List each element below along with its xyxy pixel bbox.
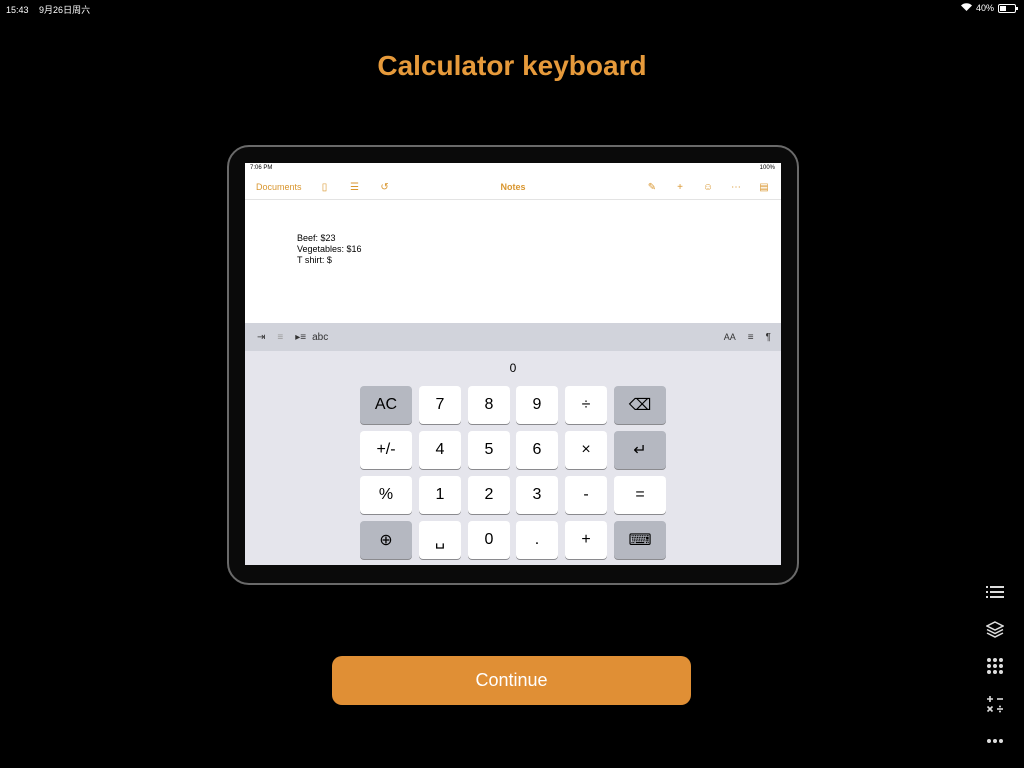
space-key[interactable]: ␣ <box>419 521 461 559</box>
three-key[interactable]: 3 <box>516 476 558 514</box>
document-icon[interactable]: ▤ <box>757 182 771 193</box>
divide-key[interactable]: ÷ <box>565 386 607 424</box>
align-icon[interactable]: ≡ <box>748 332 754 343</box>
status-bar: 15:43 9月26日周六 40% <box>0 0 1024 16</box>
add-icon[interactable]: + <box>673 182 687 193</box>
undo-icon[interactable]: ↺ <box>378 182 392 193</box>
battery-percent: 40% <box>975 3 994 13</box>
multiply-key[interactable]: × <box>565 431 607 469</box>
keyboard-dismiss-icon: ⌨ <box>628 532 652 549</box>
nine-key[interactable]: 9 <box>516 386 558 424</box>
five-key[interactable]: 5 <box>468 431 510 469</box>
collaborate-icon[interactable]: ☺ <box>701 182 715 193</box>
more-icon[interactable]: ⋯ <box>729 182 743 193</box>
markup-icon[interactable]: ✎ <box>645 182 659 193</box>
plus-key[interactable]: + <box>565 521 607 559</box>
documents-link[interactable]: Documents <box>256 182 302 192</box>
list-icon[interactable] <box>983 580 1007 604</box>
list-icon[interactable]: ☰ <box>348 182 362 193</box>
zero-key[interactable]: 0 <box>468 521 510 559</box>
two-key[interactable]: 2 <box>468 476 510 514</box>
continue-button[interactable]: Continue <box>332 656 691 705</box>
device-status-bar: 7:06 PM 100% <box>245 163 781 175</box>
equals-key[interactable]: = <box>614 476 666 514</box>
calculator-display: 0 <box>509 361 517 375</box>
layers-icon[interactable] <box>983 617 1007 641</box>
seven-key[interactable]: 7 <box>419 386 461 424</box>
minus-key[interactable]: - <box>565 476 607 514</box>
four-key[interactable]: 4 <box>419 431 461 469</box>
globe-key[interactable]: ⊕ <box>360 521 412 559</box>
return-key[interactable]: ↵ <box>614 431 666 469</box>
percent-key[interactable]: % <box>360 476 412 514</box>
note-line: Beef: $23 <box>297 233 336 243</box>
status-date: 9月26日周六 <box>39 5 91 15</box>
notes-toolbar: Documents ▯ ☰ ↺ Notes ✎ + ☺ ⋯ ▤ <box>245 175 781 200</box>
plus-minus-key[interactable]: +/- <box>360 431 412 469</box>
note-body[interactable]: Beef: $23 Vegetables: $16 T shirt: $ <box>245 200 781 321</box>
device-screen: 7:06 PM 100% Documents ▯ ☰ ↺ Notes ✎ + ☺… <box>245 163 781 565</box>
return-icon: ↵ <box>633 442 647 459</box>
device-time: 7:06 PM <box>250 165 273 171</box>
bullet-list-icon[interactable]: ▸≡ <box>295 332 306 343</box>
calculator-keyboard: 0 AC 7 8 9 ÷ ⌫ +/- 4 5 6 × ↵ % 1 2 3 - =… <box>245 351 781 565</box>
note-line: T shirt: $ <box>297 255 332 265</box>
abc-button[interactable]: abc <box>312 332 328 343</box>
page-title: Calculator keyboard <box>377 50 647 81</box>
dismiss-keyboard-key[interactable]: ⌨ <box>614 521 666 559</box>
math-ops-icon[interactable] <box>983 692 1007 716</box>
device-battery: 100% <box>759 165 775 171</box>
ac-key[interactable]: AC <box>360 386 412 424</box>
eight-key[interactable]: 8 <box>468 386 510 424</box>
backspace-key[interactable]: ⌫ <box>614 386 666 424</box>
text-size-button[interactable]: AA <box>724 332 736 343</box>
paragraph-icon[interactable]: ¶ <box>766 332 771 343</box>
sidebar-icon[interactable]: ▯ <box>318 182 332 193</box>
backspace-icon: ⌫ <box>628 397 652 414</box>
one-key[interactable]: 1 <box>419 476 461 514</box>
device-frame: 7:06 PM 100% Documents ▯ ☰ ↺ Notes ✎ + ☺… <box>227 145 799 585</box>
decimal-key[interactable]: . <box>516 521 558 559</box>
indent-icon[interactable]: ⇥ <box>257 332 265 343</box>
format-bar: ⇥ ≡ ▸≡ abc AA ≡ ¶ <box>245 323 781 351</box>
status-time: 15:43 <box>6 5 29 15</box>
outdent-list-icon[interactable]: ≡ <box>277 332 283 343</box>
wifi-icon <box>960 3 972 13</box>
six-key[interactable]: 6 <box>516 431 558 469</box>
grid-icon[interactable] <box>983 654 1007 678</box>
note-line: Vegetables: $16 <box>297 244 362 254</box>
globe-icon: ⊕ <box>379 532 393 549</box>
more-icon[interactable] <box>983 729 1007 753</box>
battery-icon <box>998 3 1018 13</box>
